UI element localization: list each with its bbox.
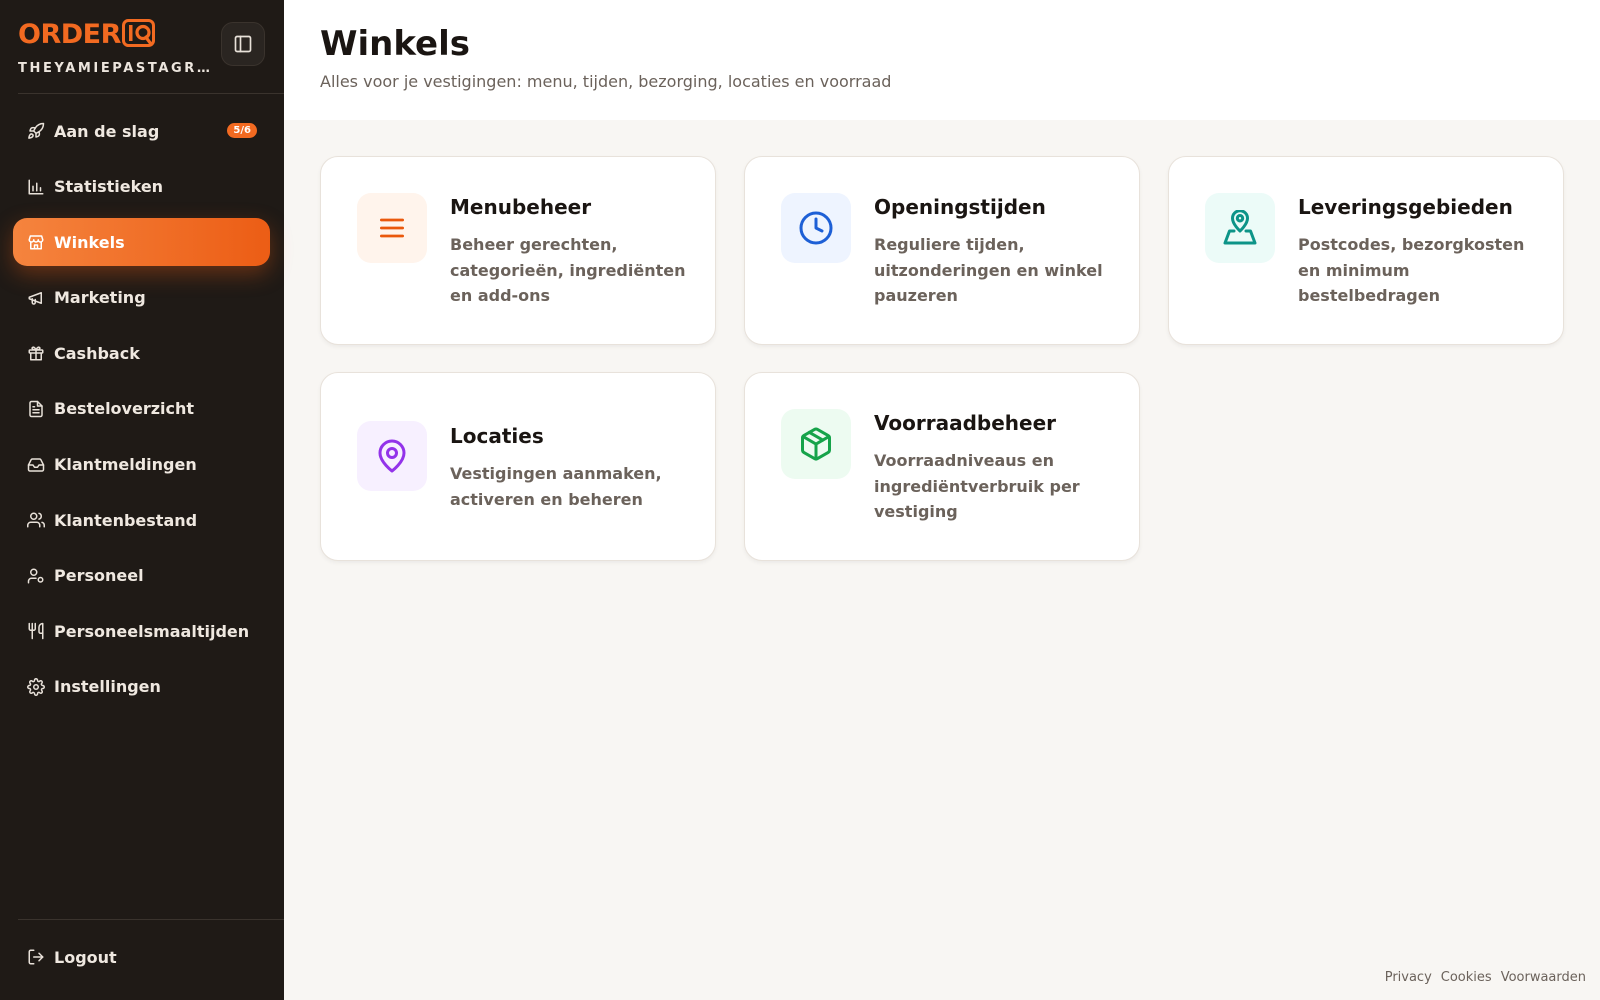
gift-icon	[26, 343, 46, 363]
sidebar-item-label: Klantmeldingen	[54, 455, 197, 475]
bar-chart-icon	[26, 177, 46, 197]
sidebar-item-cashback[interactable]: Cashback	[13, 329, 270, 377]
clock-icon	[799, 211, 833, 245]
card-voorraadbeheer[interactable]: Voorraadbeheer Voorraadniveaus en ingred…	[744, 372, 1140, 561]
sidebar-item-label: Statistieken	[54, 177, 164, 197]
footer-link-privacy[interactable]: Privacy	[1385, 970, 1432, 985]
logo[interactable]: ORDER	[18, 19, 210, 51]
sidebar-collapse-button[interactable]	[221, 22, 265, 66]
sidebar-item-label: Aan de slag	[54, 121, 160, 141]
card-description: Reguliere tijden, uitzonderingen en wink…	[874, 235, 1103, 305]
store-icon	[26, 232, 46, 252]
sidebar-item-marketing[interactable]: Marketing	[13, 274, 270, 322]
sidebar-item-besteloverzicht[interactable]: Besteloverzicht	[13, 385, 270, 433]
map-pin-area-icon	[1223, 210, 1257, 245]
card-description: Vestigingen aanmaken, activeren en beher…	[450, 464, 662, 509]
users-icon	[26, 510, 46, 530]
card-description: Postcodes, bezorgkosten en minimum beste…	[1298, 235, 1525, 305]
organization-name: THEYAMIEPASTAGROUP	[18, 61, 210, 76]
logo-text: ORDER	[18, 19, 121, 50]
document-icon	[26, 399, 46, 419]
sidebar-item-label: Marketing	[54, 288, 146, 308]
brand: ORDER THEYAMIEPASTAGROUP	[18, 19, 210, 76]
sidebar-item-label: Cashback	[54, 343, 140, 363]
card-icon-box	[1205, 193, 1275, 263]
card-title: Openingstijden	[874, 195, 1046, 219]
sidebar-divider	[18, 93, 284, 94]
footer-link-voorwaarden[interactable]: Voorwaarden	[1501, 970, 1586, 985]
sidebar-item-klantenbestand[interactable]: Klantenbestand	[13, 496, 270, 544]
sidebar-item-label: Personeelsmaaltijden	[54, 621, 250, 641]
card-title: Locaties	[450, 424, 544, 448]
sidebar-item-label: Winkels	[54, 232, 125, 252]
sidebar-item-winkels[interactable]: Winkels	[13, 218, 270, 267]
card-description: Voorraadniveaus en ingrediëntverbruik pe…	[874, 451, 1080, 521]
sidebar-item-statistieken[interactable]: Statistieken	[13, 163, 270, 211]
card-title: Leveringsgebieden	[1298, 195, 1513, 219]
sidebar: ORDER THEYAMIEPASTAGROUP Aan de slag 5/6	[0, 0, 284, 1000]
sidebar-toggle-icon	[234, 35, 252, 53]
location-pin-icon	[378, 439, 406, 473]
card-icon-box	[781, 409, 851, 479]
megaphone-icon	[26, 288, 46, 308]
footer-link-cookies[interactable]: Cookies	[1441, 970, 1492, 985]
card-icon-box	[357, 421, 427, 491]
sidebar-item-label: Instellingen	[54, 677, 161, 697]
footer-links: Privacy Cookies Voorwaarden	[1385, 970, 1586, 985]
card-icon-box	[357, 193, 427, 263]
sidebar-item-klantmeldingen[interactable]: Klantmeldingen	[13, 441, 270, 489]
user-settings-icon	[26, 566, 46, 586]
menu-lines-icon	[380, 218, 404, 238]
sidebar-item-personeelsmaaltijden[interactable]: Personeelsmaaltijden	[13, 607, 270, 655]
page-header: Winkels Alles voor je vestigingen: menu,…	[284, 0, 1600, 120]
sidebar-item-aan-de-slag[interactable]: Aan de slag 5/6	[13, 107, 270, 155]
card-locaties[interactable]: Locaties Vestigingen aanmaken, activeren…	[320, 372, 716, 561]
sidebar-item-label: Personeel	[54, 566, 144, 586]
card-description: Beheer gerechten, categorieën, ingrediën…	[450, 235, 686, 305]
card-title: Voorraadbeheer	[874, 411, 1057, 435]
logout-icon	[26, 947, 46, 967]
sidebar-item-personeel[interactable]: Personeel	[13, 552, 270, 600]
card-menubeheer[interactable]: Menubeheer Beheer gerechten, categorieën…	[320, 156, 716, 345]
sidebar-item-label: Klantenbestand	[54, 510, 198, 530]
logo-mark	[121, 19, 155, 51]
card-title: Menubeheer	[450, 195, 592, 219]
sidebar-nav: Aan de slag 5/6 Statistieken Winkels Mar…	[13, 107, 270, 719]
utensils-icon	[26, 621, 46, 641]
page-title: Winkels	[320, 24, 471, 64]
card-icon-box	[781, 193, 851, 263]
sidebar-item-instellingen[interactable]: Instellingen	[13, 663, 270, 711]
card-leveringsgebieden[interactable]: Leveringsgebieden Postcodes, bezorgkoste…	[1168, 156, 1564, 345]
sidebar-divider	[18, 919, 284, 920]
card-openingstijden[interactable]: Openingstijden Reguliere tijden, uitzond…	[744, 156, 1140, 345]
package-icon	[801, 427, 831, 461]
logout-label: Logout	[54, 947, 117, 967]
rocket-icon	[26, 121, 46, 141]
logout-button[interactable]: Logout	[13, 933, 270, 981]
gear-icon	[26, 677, 46, 697]
page-subtitle: Alles voor je vestigingen: menu, tijden,…	[320, 72, 892, 91]
sidebar-item-label: Besteloverzicht	[54, 399, 195, 419]
inbox-icon	[26, 455, 46, 475]
progress-badge: 5/6	[227, 123, 257, 138]
